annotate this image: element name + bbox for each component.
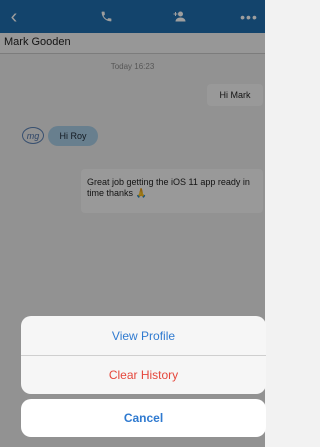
cancel-button[interactable]: Cancel xyxy=(21,399,266,437)
clear-history-button[interactable]: Clear History xyxy=(21,356,266,394)
view-profile-button[interactable]: View Profile xyxy=(21,316,266,356)
action-sheet: View Profile Clear History xyxy=(21,316,266,394)
